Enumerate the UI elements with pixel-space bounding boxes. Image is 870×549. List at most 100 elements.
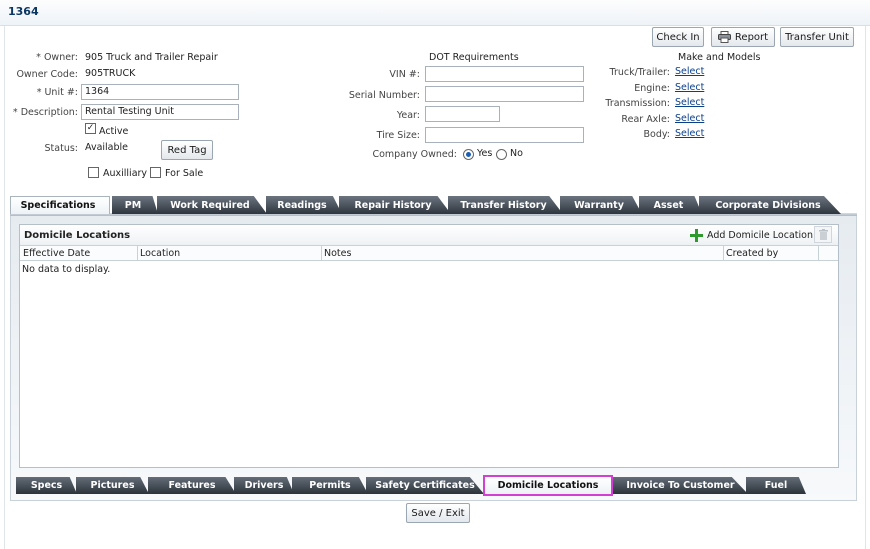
tab-readings-label: Readings xyxy=(277,199,327,211)
for-sale-label: For Sale xyxy=(165,168,204,179)
status-value: Available xyxy=(85,142,129,153)
red-tag-button[interactable]: Red Tag xyxy=(161,140,213,160)
column-divider xyxy=(818,246,819,261)
transmission-label: Transmission: xyxy=(605,98,670,109)
tab-pm[interactable]: PM xyxy=(112,196,158,214)
save-exit-button[interactable]: Save / Exit xyxy=(406,503,470,523)
btab-fuel[interactable]: Fuel xyxy=(746,477,806,494)
owner-code-value: 905TRUCK xyxy=(85,68,136,79)
tab-warranty[interactable]: Warranty xyxy=(560,196,642,214)
btab-features[interactable]: Features xyxy=(148,477,236,494)
body-label: Body: xyxy=(643,129,671,140)
btab-invoice-to-customer[interactable]: Invoice To Customer xyxy=(613,477,748,494)
transmission-select-link[interactable]: Select xyxy=(675,97,704,108)
panel-title: Domicile Locations xyxy=(24,230,131,241)
column-notes[interactable]: Notes xyxy=(324,248,351,259)
printer-icon xyxy=(717,31,731,43)
btab-drivers-label: Drivers xyxy=(244,480,284,491)
save-exit-label: Save / Exit xyxy=(411,507,465,519)
tab-pm-label: PM xyxy=(124,199,142,211)
unit-label: * Unit #: xyxy=(36,87,78,98)
tab-repair-history[interactable]: Repair History xyxy=(339,196,451,214)
btab-specs[interactable]: Specs xyxy=(16,477,77,494)
owner-code-label: Owner Code: xyxy=(16,69,78,80)
rear-axle-label: Rear Axle: xyxy=(621,114,670,125)
truck-trailer-select-link[interactable]: Select xyxy=(675,66,704,77)
btab-permits[interactable]: Permits xyxy=(292,477,368,494)
column-location[interactable]: Location xyxy=(140,248,180,259)
owner-value: 905 Truck and Trailer Repair xyxy=(85,52,218,63)
plus-icon xyxy=(690,228,703,242)
btab-fuel-label: Fuel xyxy=(764,480,788,491)
btab-safety-certificates[interactable]: Safety Certificates xyxy=(366,477,484,494)
tab-transfer-history-label: Transfer History xyxy=(460,199,547,211)
owner-label: * Owner: xyxy=(36,52,78,63)
column-effective-date[interactable]: Effective Date xyxy=(23,248,90,259)
description-label: * Description: xyxy=(12,107,78,118)
empty-message: No data to display. xyxy=(22,264,111,275)
transfer-unit-button[interactable]: Transfer Unit xyxy=(780,27,854,47)
btab-drivers[interactable]: Drivers xyxy=(234,477,294,494)
year-input[interactable] xyxy=(425,106,500,122)
transfer-unit-label: Transfer Unit xyxy=(785,31,849,43)
serial-number-input[interactable] xyxy=(425,86,584,102)
company-owned-no-label: No xyxy=(510,148,523,159)
window-titlebar xyxy=(0,0,870,26)
btab-safety-certificates-label: Safety Certificates xyxy=(375,480,475,491)
btab-domicile-locations-label: Domicile Locations xyxy=(497,480,599,491)
year-label: Year: xyxy=(396,110,420,121)
status-label: Status: xyxy=(44,143,78,154)
column-created-by[interactable]: Created by xyxy=(726,248,778,259)
btab-domicile-locations[interactable]: Domicile Locations xyxy=(483,475,613,496)
tab-transfer-history[interactable]: Transfer History xyxy=(448,196,563,214)
column-divider xyxy=(137,246,138,261)
tab-corporate-divisions[interactable]: Corporate Divisions xyxy=(699,196,841,214)
engine-label: Engine: xyxy=(634,83,670,94)
trash-icon xyxy=(818,229,828,240)
tab-specifications[interactable]: Specifications xyxy=(10,196,110,214)
description-input[interactable]: Rental Testing Unit xyxy=(81,104,239,120)
company-owned-yes-radio[interactable] xyxy=(463,149,474,160)
body-select-link[interactable]: Select xyxy=(675,128,704,139)
btab-permits-label: Permits xyxy=(309,480,351,491)
tire-size-label: Tire Size: xyxy=(376,130,420,141)
red-tag-label: Red Tag xyxy=(167,144,207,156)
check-in-label: Check In xyxy=(656,31,700,43)
btab-specs-label: Specs xyxy=(30,480,63,491)
add-domicile-location-label: Add Domicile Location xyxy=(707,229,813,241)
truck-trailer-label: Truck/Trailer: xyxy=(609,67,670,78)
tab-asset[interactable]: Asset xyxy=(639,196,702,214)
tab-asset-label: Asset xyxy=(653,199,684,211)
check-in-button[interactable]: Check In xyxy=(652,27,704,47)
btab-pictures-label: Pictures xyxy=(90,480,135,491)
active-checkbox[interactable]: ✓ xyxy=(85,123,96,134)
report-button[interactable]: Report xyxy=(711,27,775,47)
delete-button[interactable] xyxy=(814,226,832,243)
company-owned-no-radio[interactable] xyxy=(496,149,507,160)
report-label: Report xyxy=(734,31,769,43)
company-owned-yes-label: Yes xyxy=(477,148,493,159)
make-and-models-heading: Make and Models xyxy=(678,52,761,63)
company-owned-label: Company Owned: xyxy=(372,149,457,160)
tab-work-required[interactable]: Work Required xyxy=(157,196,267,214)
vin-label: VIN #: xyxy=(389,69,420,80)
auxilliary-checkbox[interactable] xyxy=(88,167,99,178)
vin-input[interactable] xyxy=(425,66,584,82)
active-label: Active xyxy=(99,126,129,137)
auxilliary-label: Auxilliary xyxy=(103,168,148,179)
unit-input[interactable]: 1364 xyxy=(81,84,239,100)
btab-pictures[interactable]: Pictures xyxy=(76,477,149,494)
column-divider xyxy=(723,246,724,261)
rear-axle-select-link[interactable]: Select xyxy=(675,113,704,124)
dot-requirements-heading: DOT Requirements xyxy=(429,52,519,63)
tab-repair-history-label: Repair History xyxy=(354,199,432,211)
btab-features-label: Features xyxy=(168,480,216,491)
for-sale-checkbox[interactable] xyxy=(150,167,161,178)
tab-readings[interactable]: Readings xyxy=(266,196,342,214)
add-domicile-location-button[interactable]: Add Domicile Location xyxy=(690,227,813,243)
tab-specifications-label: Specifications xyxy=(20,200,96,211)
btab-invoice-to-customer-label: Invoice To Customer xyxy=(626,480,735,491)
engine-select-link[interactable]: Select xyxy=(675,82,704,93)
tire-size-input[interactable] xyxy=(425,127,584,143)
serial-number-label: Serial Number: xyxy=(348,90,420,101)
